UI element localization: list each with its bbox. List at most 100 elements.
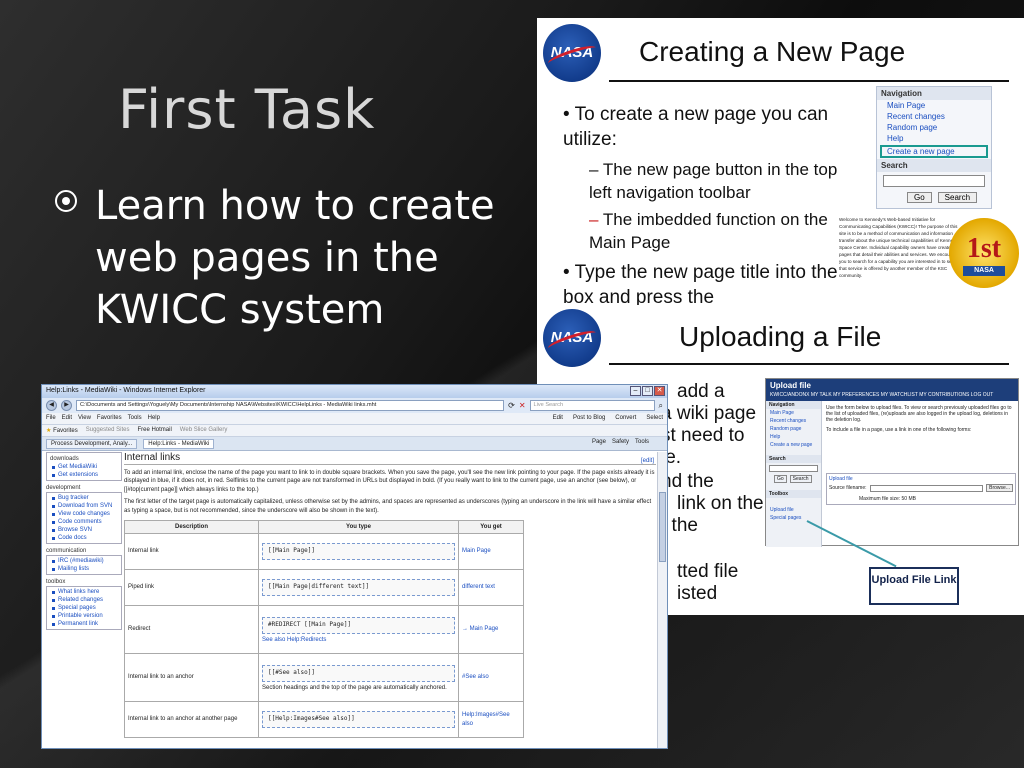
search-icon[interactable]: ⌕: [659, 401, 663, 411]
stop-icon[interactable]: ✕: [519, 401, 526, 410]
sidebar-item-download-svn[interactable]: Download from SVN: [50, 502, 118, 510]
source-label: Source filename:: [829, 485, 867, 491]
menu-favorites[interactable]: Favorites: [97, 415, 122, 422]
search-button[interactable]: Search: [937, 192, 978, 203]
tab-bar: Process Development, Analy... Help:Links…: [42, 437, 667, 451]
search-input[interactable]: [883, 175, 985, 187]
slide-bullet-text: Learn how to create web pages in the KWI…: [95, 183, 495, 333]
tab-process-development[interactable]: Process Development, Analy...: [46, 439, 138, 449]
table-row: Internal link to an anchor [[#See also]]…: [124, 653, 524, 703]
url-input[interactable]: C:\Documents and Settings\Yoguely\My Doc…: [76, 400, 505, 411]
upload-side-search-input[interactable]: [769, 465, 818, 472]
tab-help-links[interactable]: Help:Links - MediaWiki: [143, 439, 215, 449]
live-search-input[interactable]: Live Search: [529, 400, 655, 411]
sidebar-item-permanent-link[interactable]: Permanent link: [50, 620, 118, 628]
tools-menu[interactable]: Tools: [635, 439, 649, 445]
forward-icon[interactable]: ▶: [61, 400, 72, 411]
web-slice-gallery-link[interactable]: Web Slice Gallery: [180, 427, 228, 434]
sidebar-item-mailing-lists[interactable]: Mailing lists: [50, 565, 118, 573]
nav-item-create-new-page[interactable]: Create a new page: [880, 145, 988, 158]
favorites-button[interactable]: ★ Favorites: [46, 427, 78, 434]
nav-item-recent-changes[interactable]: Recent changes: [877, 111, 991, 122]
refresh-icon[interactable]: ⟳: [508, 401, 515, 410]
back-icon[interactable]: ◀: [46, 400, 57, 411]
upload-side-search-button[interactable]: Search: [789, 475, 812, 483]
sidebar-item-related-changes[interactable]: Related changes: [50, 596, 118, 604]
go-button[interactable]: Go: [907, 192, 932, 203]
maximize-icon[interactable]: □: [642, 386, 653, 396]
upload-description: Use the form below to upload files. To v…: [826, 405, 1012, 423]
minimize-icon[interactable]: –: [630, 386, 641, 396]
sidebar-item-irc[interactable]: IRC (#mediawiki): [50, 557, 118, 565]
image1-sub1: – The new page button in the top left na…: [589, 160, 838, 202]
suggested-sites-link[interactable]: Suggested Sites: [86, 427, 130, 434]
vertical-scrollbar[interactable]: [657, 452, 667, 748]
sidebar-item-special-pages[interactable]: Special pages: [50, 604, 118, 612]
upload-file-legend: Upload file: [829, 476, 853, 482]
address-bar: ◀ ▶ C:\Documents and Settings\Yoguely\My…: [42, 398, 667, 413]
result-link[interactable]: → Main Page: [462, 626, 498, 632]
circle-bullet-icon: [55, 190, 77, 212]
free-hotmail-link[interactable]: Free Hotmail: [137, 427, 171, 434]
sidebar-item-view-code-changes[interactable]: View code changes: [50, 510, 118, 518]
toolbar-edit-button[interactable]: Edit: [553, 415, 563, 422]
sidebar-item-code-docs[interactable]: Code docs: [50, 534, 118, 542]
table-row: Piped link [[Main Page|different text]] …: [124, 569, 524, 607]
upload-title: Upload file: [770, 381, 811, 390]
upload-side-item-random[interactable]: Random page: [766, 425, 821, 433]
communication-section: IRC (#mediawiki) Mailing lists: [46, 555, 122, 575]
navigation-heading: Navigation: [877, 87, 991, 100]
upload-side-item-recent[interactable]: Recent changes: [766, 417, 821, 425]
scrollbar-thumb[interactable]: [659, 492, 666, 562]
nav-item-help[interactable]: Help: [877, 133, 991, 144]
image1-rule: [609, 80, 1009, 82]
upload-side-item-create[interactable]: Create a new page: [766, 441, 821, 449]
result-link[interactable]: Main Page: [462, 548, 491, 554]
sidebar-item-printable-version[interactable]: Printable version: [50, 612, 118, 620]
source-input[interactable]: [869, 484, 984, 492]
close-icon[interactable]: ✕: [654, 386, 665, 396]
sidebar-item-what-links-here[interactable]: What links here: [50, 588, 118, 596]
menu-file[interactable]: File: [46, 415, 56, 422]
image1-sub2: – The imbedded function on the Main Page: [589, 210, 828, 252]
safety-menu[interactable]: Safety: [612, 439, 629, 445]
sidebar-item-code-comments[interactable]: Code comments: [50, 518, 118, 526]
upload-user-links: KWICC/ANDONX MY TALK MY PREFERENCES MY W…: [770, 392, 994, 398]
result-link[interactable]: different text: [462, 584, 495, 590]
nav-item-random-page[interactable]: Random page: [877, 122, 991, 133]
browse-button[interactable]: Browse...: [986, 484, 1013, 492]
downloads-heading: downloads: [50, 456, 79, 462]
upload-side-item-main[interactable]: Main Page: [766, 409, 821, 417]
menu-tools[interactable]: Tools: [128, 415, 142, 422]
sidebar-item-get-mediawiki[interactable]: Get MediaWiki: [50, 463, 118, 471]
menu-view[interactable]: View: [78, 415, 91, 422]
code-sample: [[Main Page|different text]]: [262, 579, 455, 596]
sidebar-item-get-extensions[interactable]: Get extensions: [50, 471, 118, 479]
nasa-logo: NASA: [543, 309, 601, 367]
convert-button[interactable]: Convert: [615, 415, 636, 422]
see-also-redirects-link[interactable]: See also Help:Redirects: [262, 636, 455, 645]
menu-bar: File Edit View Favorites Tools Help Edit…: [42, 413, 667, 425]
ie-browser-window: Help:Links - MediaWiki - Windows Interne…: [41, 384, 668, 749]
special-pages-link[interactable]: Special pages: [766, 514, 821, 522]
upload-side-go-button[interactable]: Go: [774, 475, 787, 483]
post-to-blog-button[interactable]: Post to Blog: [573, 415, 605, 422]
page-content: downloads Get MediaWiki Get extensions d…: [42, 452, 658, 748]
result-link[interactable]: #See also: [462, 674, 489, 680]
upload-file-link[interactable]: Upload file: [766, 506, 821, 514]
table-header-you-get: You get: [458, 519, 524, 535]
sidebar-item-bug-tracker[interactable]: Bug tracker: [50, 494, 118, 502]
image1-title: Creating a New Page: [639, 36, 906, 67]
menu-edit[interactable]: Edit: [62, 415, 72, 422]
edit-section-link[interactable]: [edit]: [641, 457, 654, 466]
nav-item-main-page[interactable]: Main Page: [877, 100, 991, 111]
wiki-article: Internal links [edit] To add an internal…: [124, 453, 656, 739]
result-link[interactable]: Help:Images#See also: [462, 712, 510, 727]
upload-forms-text: To include a file in a page, use a link …: [826, 427, 972, 433]
upload-side-item-help[interactable]: Help: [766, 433, 821, 441]
menu-help[interactable]: Help: [148, 415, 160, 422]
links-table: Description You type You get Internal li…: [124, 519, 524, 739]
page-menu[interactable]: Page: [592, 439, 606, 445]
sidebar-item-browse-svn[interactable]: Browse SVN: [50, 526, 118, 534]
select-button[interactable]: Select: [646, 415, 663, 422]
